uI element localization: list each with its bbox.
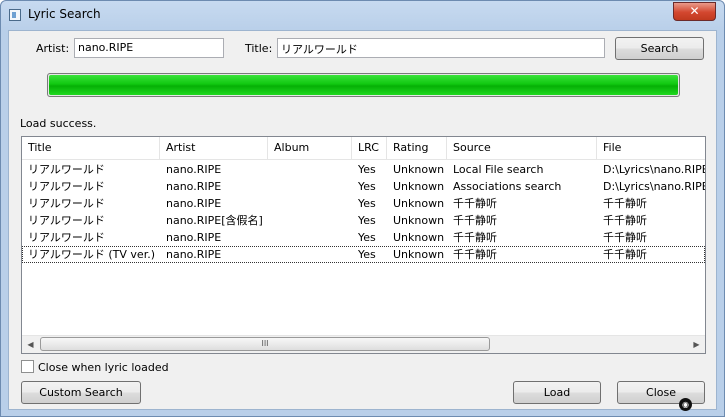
cell-source: 千千静听	[453, 197, 497, 210]
status-text: Load success.	[20, 117, 97, 130]
table-row[interactable]: リアルワールド nano.RIPE Yes Unknown 千千静听 千千静听	[22, 229, 705, 246]
column-header-artist[interactable]: Artist	[160, 137, 268, 159]
custom-search-button[interactable]: Custom Search	[21, 381, 141, 404]
scroll-left-icon[interactable]: ◀	[22, 336, 39, 353]
close-when-loaded-checkbox[interactable]	[21, 360, 34, 373]
cell-title: リアルワールド	[28, 197, 105, 210]
table-row[interactable]: リアルワールド nano.RIPE Yes Unknown Local File sea…	[22, 161, 705, 178]
column-header-rating[interactable]: Rating	[387, 137, 447, 159]
cell-file: D:\Lyrics\nano.RIPE -	[603, 163, 706, 176]
list-header: Title Artist Album LRC Rating Source File	[22, 137, 705, 160]
cell-lrc: Yes	[358, 248, 376, 261]
resize-grip-icon: ◉	[679, 398, 692, 411]
cell-artist: nano.RIPE	[166, 231, 222, 244]
close-when-loaded-label: Close when lyric loaded	[38, 361, 169, 374]
cell-artist: nano.RIPE	[166, 248, 222, 261]
title-input[interactable]: リアルワールド	[277, 38, 605, 58]
cell-file: 千千静听	[603, 197, 647, 210]
cell-album	[268, 246, 352, 263]
cell-lrc: Yes	[358, 180, 376, 193]
horizontal-scrollbar[interactable]: ◀ III ▶	[22, 335, 705, 353]
column-header-file[interactable]: File	[597, 137, 705, 159]
table-row[interactable]: リアルワールド nano.RIPE Yes Unknown 千千静听 千千静听	[22, 195, 705, 212]
cell-rating: Unknown	[393, 231, 445, 244]
lyric-search-window: Lyric Search ✕ Artist: nano.RIPE Title: …	[0, 0, 725, 417]
scroll-thumb[interactable]: III	[40, 337, 490, 351]
cell-file: D:\Lyrics\nano.RIPE -	[603, 180, 706, 193]
cell-rating: Unknown	[393, 248, 445, 261]
table-row[interactable]: リアルワールド (TV ver.) nano.RIPE Yes Unknown 千千静听…	[22, 246, 705, 263]
cell-source: 千千静听	[453, 231, 497, 244]
close-button[interactable]: Close	[617, 381, 705, 404]
close-window-button[interactable]: ✕	[673, 2, 716, 21]
cell-title: リアルワールド	[28, 231, 105, 244]
cell-title: リアルワールド	[28, 163, 105, 176]
artist-label: Artist:	[36, 42, 70, 55]
client-area: Artist: nano.RIPE Title: リアルワールド Search …	[8, 30, 717, 410]
cell-album	[268, 212, 352, 229]
table-row[interactable]: リアルワールド nano.RIPE[含假名] Yes Unknown 千千静听 千千静听	[22, 212, 705, 229]
table-row[interactable]: リアルワールド nano.RIPE Yes Unknown Associations s…	[22, 178, 705, 195]
cell-album	[268, 229, 352, 246]
column-header-title[interactable]: Title	[22, 137, 160, 159]
progress-bar	[47, 73, 680, 97]
cell-file: 千千静听	[603, 214, 647, 227]
load-button[interactable]: Load	[513, 381, 601, 404]
cell-source: Local File search	[453, 163, 544, 176]
title-bar: Lyric Search ✕	[1, 1, 724, 29]
cell-album	[268, 178, 352, 195]
column-header-album[interactable]: Album	[268, 137, 352, 159]
title-label: Title:	[245, 42, 273, 55]
cell-rating: Unknown	[393, 214, 445, 227]
scroll-right-icon[interactable]: ▶	[688, 336, 705, 353]
cell-artist: nano.RIPE	[166, 180, 222, 193]
cell-album	[268, 161, 352, 178]
cell-artist: nano.RIPE[含假名]	[166, 214, 263, 227]
column-header-source[interactable]: Source	[447, 137, 597, 159]
cell-file: 千千静听	[603, 231, 647, 244]
close-icon: ✕	[689, 4, 700, 18]
cell-lrc: Yes	[358, 231, 376, 244]
cell-title: リアルワールド (TV ver.)	[28, 248, 155, 261]
column-header-lrc[interactable]: LRC	[352, 137, 387, 159]
cell-album	[268, 195, 352, 212]
cell-source: 千千静听	[453, 214, 497, 227]
cell-source: Associations search	[453, 180, 562, 193]
results-list[interactable]: Title Artist Album LRC Rating Source File リアルワ…	[21, 136, 706, 354]
progress-fill	[49, 75, 678, 95]
cell-file: 千千静听	[603, 248, 647, 261]
cell-lrc: Yes	[358, 197, 376, 210]
cell-rating: Unknown	[393, 197, 445, 210]
search-button[interactable]: Search	[615, 37, 704, 60]
cell-artist: nano.RIPE	[166, 163, 222, 176]
cell-rating: Unknown	[393, 163, 445, 176]
window-title: Lyric Search	[28, 7, 101, 21]
cell-source: 千千静听	[453, 248, 497, 261]
artist-input[interactable]: nano.RIPE	[74, 38, 224, 58]
cell-artist: nano.RIPE	[166, 197, 222, 210]
window-app-icon	[9, 9, 21, 21]
cell-title: リアルワールド	[28, 214, 105, 227]
cell-title: リアルワールド	[28, 180, 105, 193]
cell-lrc: Yes	[358, 163, 376, 176]
cell-lrc: Yes	[358, 214, 376, 227]
cell-rating: Unknown	[393, 180, 445, 193]
